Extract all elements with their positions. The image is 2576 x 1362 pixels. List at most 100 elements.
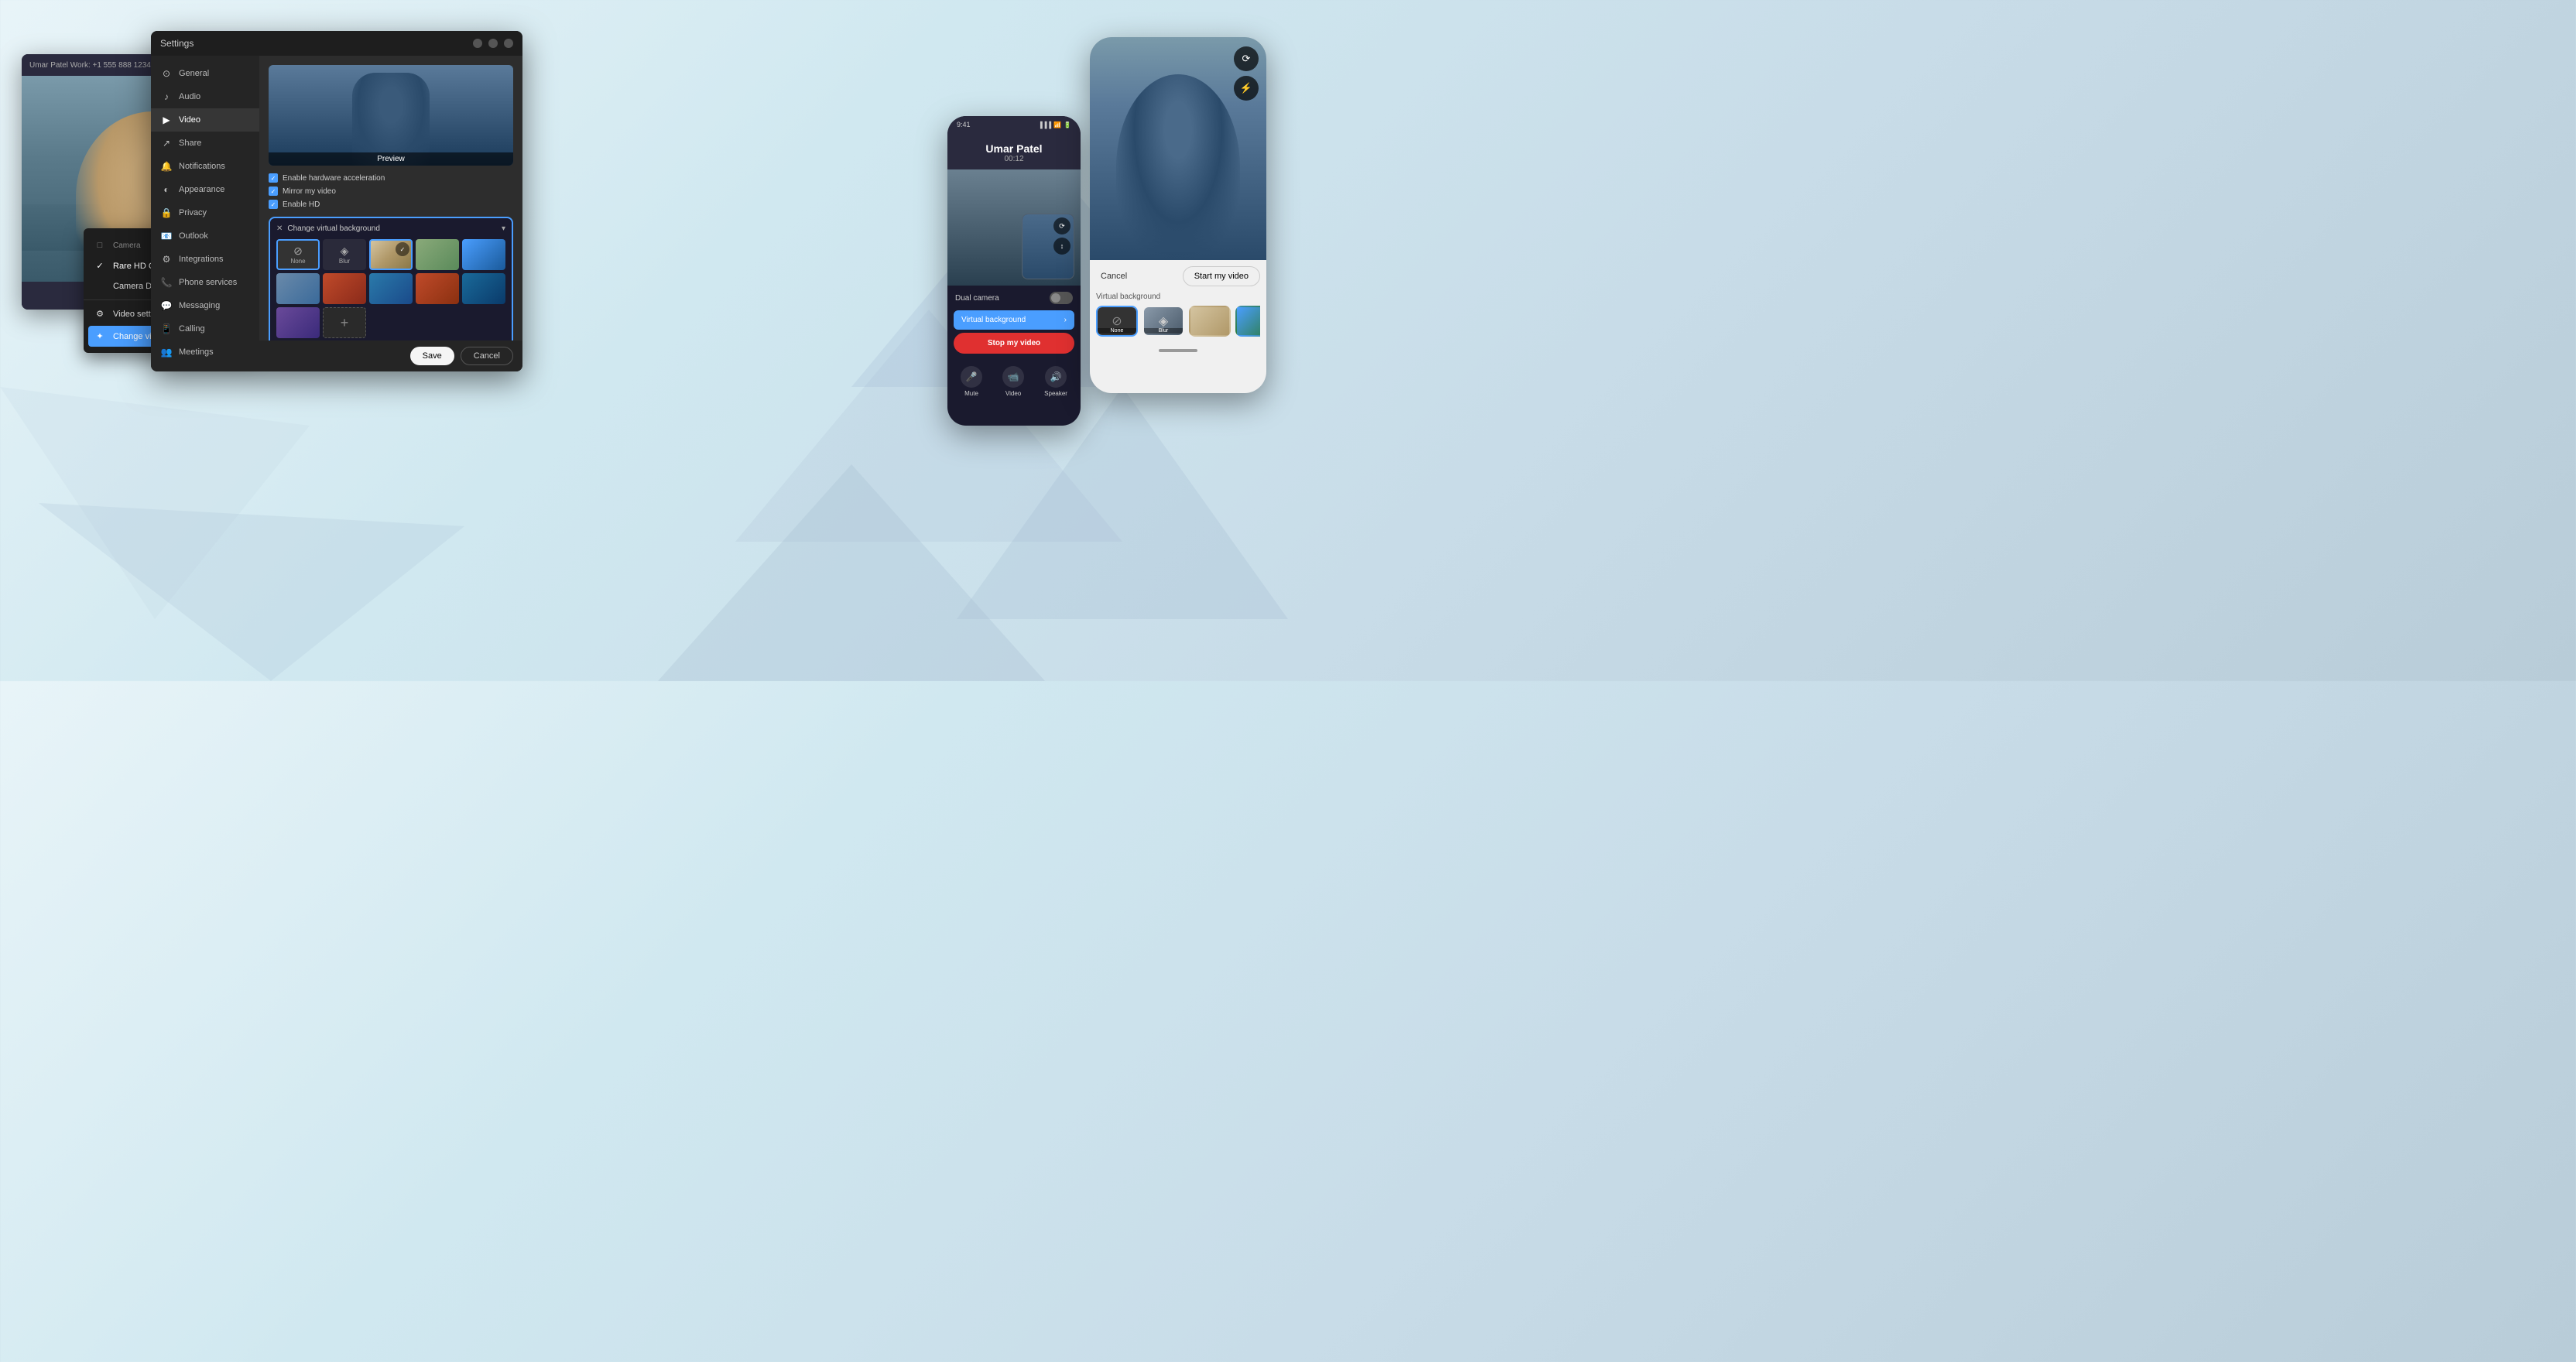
vbg-item-10[interactable] (462, 273, 505, 304)
hd-check-icon: ✓ (269, 200, 278, 209)
nav-video[interactable]: ▶ Video (151, 108, 259, 132)
camera-section-icon: □ (94, 241, 105, 250)
vbg-header-left: ✕ Change virtual background (276, 224, 380, 233)
phone1-self-preview: ⟳ ↕ My preview (1022, 214, 1074, 279)
blur-icon: ◈ (341, 245, 349, 258)
vbg-items-grid: ⊘ None ◈ Blur (276, 239, 505, 338)
nav-outlook[interactable]: 📧 Outlook (151, 224, 259, 248)
vbg-blur-item[interactable]: ◈ Blur (323, 239, 366, 270)
vbg-item-6[interactable] (276, 273, 320, 304)
maximize-button[interactable] (488, 39, 498, 48)
close-button[interactable] (504, 39, 513, 48)
stop-video-button[interactable]: Stop my video (954, 333, 1074, 354)
dual-camera-toggle[interactable] (1050, 292, 1073, 304)
vbg-sel-none[interactable]: ⊘ None (1096, 306, 1138, 337)
hd-checkbox[interactable]: ✓ Enable HD (269, 200, 513, 209)
virtual-bg-row[interactable]: Virtual background › (954, 310, 1074, 330)
nav-share[interactable]: ↗ Share (151, 132, 259, 155)
pip-btn[interactable]: ↕ (1053, 238, 1070, 255)
nav-integrations[interactable]: ⚙ Integrations (151, 248, 259, 271)
settings-window: Settings ⊙ General ♪ Audio ▶ Video ↗ Sha (151, 31, 522, 371)
phone1-bottom-bar: 🎤 Mute 📹 Video 🔊 Speaker (947, 360, 1081, 403)
mirror-checkbox[interactable]: ✓ Mirror my video (269, 187, 513, 196)
hw-accel-checkbox[interactable]: ✓ Enable hardware acceleration (269, 173, 513, 183)
vbg-sel-beach[interactable] (1235, 306, 1260, 337)
nav-audio[interactable]: ♪ Audio (151, 85, 259, 108)
virtual-bg-icon: ✦ (94, 331, 105, 341)
vbg-chevron-icon: ▾ (502, 224, 505, 233)
nav-meetings[interactable]: 👥 Meetings (151, 340, 259, 364)
preview-person-figure (352, 73, 430, 166)
settings-sidebar: ⊙ General ♪ Audio ▶ Video ↗ Share 🔔 Noti… (151, 56, 259, 371)
phone-2-device: ⟳ ⚡ Cancel Start my video Virtual backgr… (1090, 37, 1266, 393)
vbg-nature-item[interactable] (416, 239, 459, 270)
settings-main-area: Preview ✓ Enable hardware acceleration ✓… (259, 56, 522, 340)
vbg-arrow-icon: › (1064, 316, 1067, 324)
phone1-call-header: Umar Patel 00:12 (947, 133, 1081, 169)
join-icon: ⊕ (160, 370, 173, 371)
phone2-video-area: ⟳ ⚡ (1090, 37, 1266, 260)
nav-calling[interactable]: 📱 Calling (151, 317, 259, 340)
status-icons: ▐▐▐ 📶 🔋 (1038, 121, 1071, 128)
vbg-sel-blur[interactable]: ◈ Blur (1142, 306, 1184, 337)
vbg-item-7[interactable] (323, 273, 366, 304)
vbg-beach-item[interactable] (462, 239, 505, 270)
vbg-item-11[interactable] (276, 307, 320, 338)
nav-messaging[interactable]: 💬 Messaging (151, 294, 259, 317)
phone2-action-btns: Cancel Start my video (1096, 266, 1260, 286)
camera-flip-btn[interactable]: ⟳ (1234, 46, 1259, 71)
battery-icon: 🔋 (1064, 121, 1071, 128)
nav-general[interactable]: ⊙ General (151, 62, 259, 85)
nav-notifications[interactable]: 🔔 Notifications (151, 155, 259, 178)
vbg-item-8[interactable] (369, 273, 413, 304)
minimize-button[interactable] (473, 39, 482, 48)
selected-check: ✓ (400, 246, 406, 253)
nav-join[interactable]: ⊕ Join options (151, 364, 259, 371)
meetings-icon: 👥 (160, 347, 173, 358)
phone-icon: 📞 (160, 277, 173, 288)
video-nav-icon: ▶ (160, 115, 173, 125)
wifi-icon: 📶 (1053, 121, 1061, 128)
gear-icon: ⚙ (94, 309, 105, 319)
calling-icon: 📱 (160, 323, 173, 334)
effects-btn[interactable]: ⚡ (1234, 76, 1259, 101)
mute-ctrl[interactable]: 🎤 Mute (961, 366, 982, 397)
vbg-none-item[interactable]: ⊘ None (276, 239, 320, 270)
speaker-ctrl[interactable]: 🔊 Speaker (1044, 366, 1067, 397)
vbg-item-9[interactable] (416, 273, 459, 304)
flip-camera-btn[interactable]: ⟳ (1053, 217, 1070, 234)
vbg-selector-row: ⊘ None ◈ Blur (1096, 306, 1260, 337)
signal-icon: ▐▐▐ (1038, 121, 1051, 128)
settings-titlebar: Settings (151, 31, 522, 56)
window-controls (473, 39, 513, 48)
notifications-icon: 🔔 (160, 161, 173, 172)
cancel-button[interactable]: Cancel (461, 347, 513, 365)
video-settings-checkboxes: ✓ Enable hardware acceleration ✓ Mirror … (269, 173, 513, 209)
vbg-office-item[interactable]: ✓ (369, 239, 413, 270)
settings-title: Settings (160, 38, 194, 49)
vbg-sel-room[interactable] (1189, 306, 1231, 337)
vbg-close-icon: ✕ (276, 224, 283, 233)
self-preview-controls: ⟳ ↕ (1053, 217, 1070, 255)
video-ctrl[interactable]: 📹 Video (1002, 366, 1024, 397)
privacy-icon: 🔒 (160, 207, 173, 218)
nav-privacy[interactable]: 🔒 Privacy (151, 201, 259, 224)
nav-phone[interactable]: 📞 Phone services (151, 271, 259, 294)
phone-1-device: 9:41 ▐▐▐ 📶 🔋 Umar Patel 00:12 ⟳ ↕ My pre… (947, 116, 1081, 426)
nav-appearance[interactable]: ◐ Appearance (151, 178, 259, 201)
phone2-start-video-btn[interactable]: Start my video (1183, 266, 1260, 286)
video-title-text: Umar Patel Work: +1 555 888 1234 (29, 61, 151, 70)
audio-icon: ♪ (160, 91, 173, 102)
check-icon: ✓ (94, 261, 105, 271)
home-indicator (1090, 343, 1266, 358)
add-icon: + (341, 315, 349, 331)
sel-none-icon: ⊘ (1112, 313, 1122, 329)
save-button[interactable]: Save (410, 347, 454, 365)
phone2-controls: ⟳ ⚡ (1234, 46, 1259, 101)
phone1-video-area: ⟳ ↕ My preview (947, 169, 1081, 286)
phone2-cancel-btn[interactable]: Cancel (1096, 266, 1132, 286)
vbg-add-item[interactable]: + (323, 307, 366, 338)
vbg-panel-header: ✕ Change virtual background ▾ (276, 224, 505, 233)
virtual-bg-panel: ✕ Change virtual background ▾ ⊘ None (269, 217, 513, 340)
none-icon: ⊘ (293, 245, 303, 258)
